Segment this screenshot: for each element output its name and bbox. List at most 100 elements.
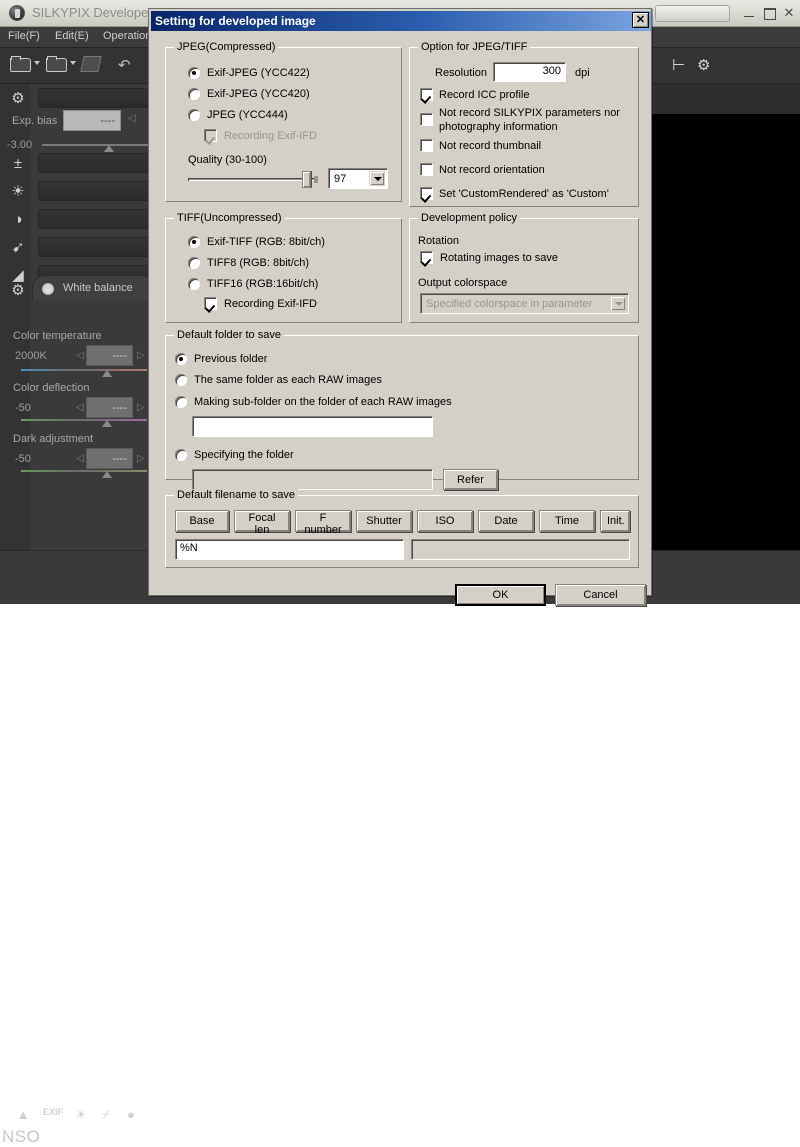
checkbox-jpeg-recording-exif-ifd <box>204 129 217 142</box>
quality-combobox-value: 97 <box>334 173 347 185</box>
undo-icon[interactable]: ↶ <box>118 56 131 74</box>
filename-token-iso[interactable]: ISO <box>417 510 473 532</box>
specified-folder-input[interactable] <box>192 469 433 490</box>
filename-token-time[interactable]: Time <box>539 510 595 532</box>
checkbox-tiff-recording-exif-ifd[interactable] <box>204 297 217 310</box>
window-close-button[interactable]: ✕ <box>781 5 797 21</box>
filename-token-init[interactable]: Init. <box>600 510 630 532</box>
tab-white-balance[interactable]: White balance <box>32 275 152 301</box>
cancel-button[interactable]: Cancel <box>555 584 646 606</box>
ok-button[interactable]: OK <box>455 584 546 606</box>
open-folder-dropdown-icon[interactable] <box>34 61 40 65</box>
exposure-bias-track[interactable] <box>42 144 152 146</box>
gear-icon[interactable]: ⚙ <box>7 88 29 110</box>
dark-adjustment-increment-icon[interactable]: ▷ <box>137 453 145 464</box>
exposure-bias-value[interactable]: ---- <box>63 110 121 131</box>
filename-token-focal-len[interactable]: Focal len <box>234 510 290 536</box>
histogram-icon[interactable]: ▲ <box>12 1107 34 1127</box>
dark-adjustment-track[interactable] <box>21 470 147 472</box>
output-colorspace-combobox: Specified colorspace in parameter <box>420 293 629 314</box>
color-deflection-box[interactable]: ---- <box>86 397 133 418</box>
dialog-body: JPEG(Compressed) Exif-JPEG (YCC422) Exif… <box>151 33 651 606</box>
refer-button[interactable]: Refer <box>443 469 498 490</box>
color-temperature-box[interactable]: ---- <box>86 345 133 366</box>
settings-plus-icon[interactable]: ⚙ <box>7 280 29 302</box>
menu-edit[interactable]: Edit(E) <box>55 30 89 42</box>
exposure-bias-decrement-icon[interactable]: ◁ <box>128 113 136 124</box>
tone-curve-icon[interactable]: ⌿ <box>95 1107 117 1127</box>
color-temperature-thumb[interactable] <box>102 370 112 377</box>
radio-same-folder-as-raw[interactable] <box>175 374 187 386</box>
brush-icon[interactable] <box>80 56 102 72</box>
radio-specifying-folder[interactable] <box>175 449 187 461</box>
filename-pattern-input[interactable]: %N <box>175 539 404 560</box>
checkbox-rotating-images-to-save[interactable] <box>420 251 433 264</box>
window-minimize-button[interactable] <box>741 5 757 21</box>
quality-slider-thumb[interactable] <box>302 171 311 188</box>
sharpness-icon[interactable]: ➹ <box>7 237 29 259</box>
option-jpeg-tiff-group: Option for JPEG/TIFF Resolution 300 dpi … <box>409 41 639 207</box>
option-jpeg-tiff-legend: Option for JPEG/TIFF <box>418 41 531 53</box>
quality-slider[interactable] <box>188 171 318 188</box>
color-temperature-track[interactable] <box>21 369 147 371</box>
radio-previous-folder[interactable] <box>175 353 187 365</box>
exposure-bias-min: -3.00 <box>7 139 33 151</box>
resolution-input[interactable]: 300 <box>493 62 566 82</box>
filename-token-f-number[interactable]: F number <box>295 510 351 536</box>
radio-tiff8[interactable] <box>188 257 200 269</box>
filename-token-date[interactable]: Date <box>478 510 534 532</box>
color-temperature-value: 2000K <box>15 350 47 362</box>
radio-specifying-folder-label: Specifying the folder <box>194 449 294 461</box>
color-deflection-thumb[interactable] <box>102 420 112 427</box>
highlight-icon[interactable]: ☀ <box>70 1107 92 1127</box>
open-folder-alt-dropdown-icon[interactable] <box>70 61 76 65</box>
signpost-icon[interactable]: ⊢ <box>672 56 685 74</box>
adjustment-slot-3[interactable] <box>38 181 152 201</box>
checkbox-not-record-silkypix-params[interactable] <box>420 113 433 126</box>
color-temperature-decrement-icon[interactable]: ◁ <box>76 350 84 361</box>
menu-file[interactable]: File(F) <box>8 30 40 42</box>
exposure-icon[interactable]: ± <box>7 153 29 175</box>
app-search-input[interactable] <box>655 5 730 22</box>
subfolder-name-input[interactable] <box>192 416 433 437</box>
radio-exif-jpeg-ycc420[interactable] <box>188 88 200 100</box>
exif-icon[interactable]: EXIF <box>42 1107 64 1127</box>
setting-for-developed-image-dialog: Setting for developed image ✕ JPEG(Compr… <box>148 8 652 606</box>
dark-adjustment-thumb[interactable] <box>102 471 112 478</box>
exposure-bias-thumb[interactable] <box>104 145 114 152</box>
checkbox-not-record-orientation[interactable] <box>420 163 433 176</box>
dark-adjustment-decrement-icon[interactable]: ◁ <box>76 453 84 464</box>
window-maximize-button[interactable] <box>761 5 777 21</box>
radio-making-subfolder[interactable] <box>175 396 187 408</box>
radio-exif-jpeg-ycc422[interactable] <box>188 67 200 79</box>
color-deflection-decrement-icon[interactable]: ◁ <box>76 402 84 413</box>
dark-adjustment-box[interactable]: ---- <box>86 448 133 469</box>
radio-exif-tiff-8bit[interactable] <box>188 236 200 248</box>
color-temperature-increment-icon[interactable]: ▷ <box>137 350 145 361</box>
filename-token-base[interactable]: Base <box>175 510 229 532</box>
radio-jpeg-ycc444[interactable] <box>188 109 200 121</box>
filename-token-shutter[interactable]: Shutter <box>356 510 412 532</box>
adjustment-slot-4[interactable] <box>38 209 152 229</box>
brightness-icon[interactable]: ☀ <box>7 181 29 203</box>
checkbox-record-icc-profile[interactable] <box>420 88 433 101</box>
color-deflection-track[interactable] <box>21 419 147 421</box>
contrast-icon[interactable]: ◑ <box>7 209 29 231</box>
dark-adjustment-value: -50 <box>15 453 31 465</box>
checkbox-set-customrendered[interactable] <box>420 187 433 200</box>
checkbox-not-record-silkypix-params-label: Not record SILKYPIX parameters nor <box>439 107 620 119</box>
quality-combobox-arrow-icon[interactable] <box>369 171 385 186</box>
dialog-close-button[interactable]: ✕ <box>632 12 649 28</box>
checkbox-set-customrendered-label: Set 'CustomRendered' as 'Custom' <box>439 188 609 200</box>
dialog-titlebar[interactable]: Setting for developed image ✕ <box>151 11 651 31</box>
adjustment-slot-2[interactable] <box>38 153 152 173</box>
adjustment-slot-1[interactable] <box>38 88 152 108</box>
adjustment-slot-5[interactable] <box>38 237 152 257</box>
quality-combobox[interactable]: 97 <box>328 168 388 189</box>
resolution-unit-label: dpi <box>575 67 590 79</box>
radio-tiff16[interactable] <box>188 278 200 290</box>
color-deflection-increment-icon[interactable]: ▷ <box>137 402 145 413</box>
preferences-icon[interactable]: ⚙ <box>697 56 710 74</box>
checkbox-not-record-thumbnail[interactable] <box>420 139 433 152</box>
sphere-icon[interactable]: ● <box>120 1107 142 1127</box>
